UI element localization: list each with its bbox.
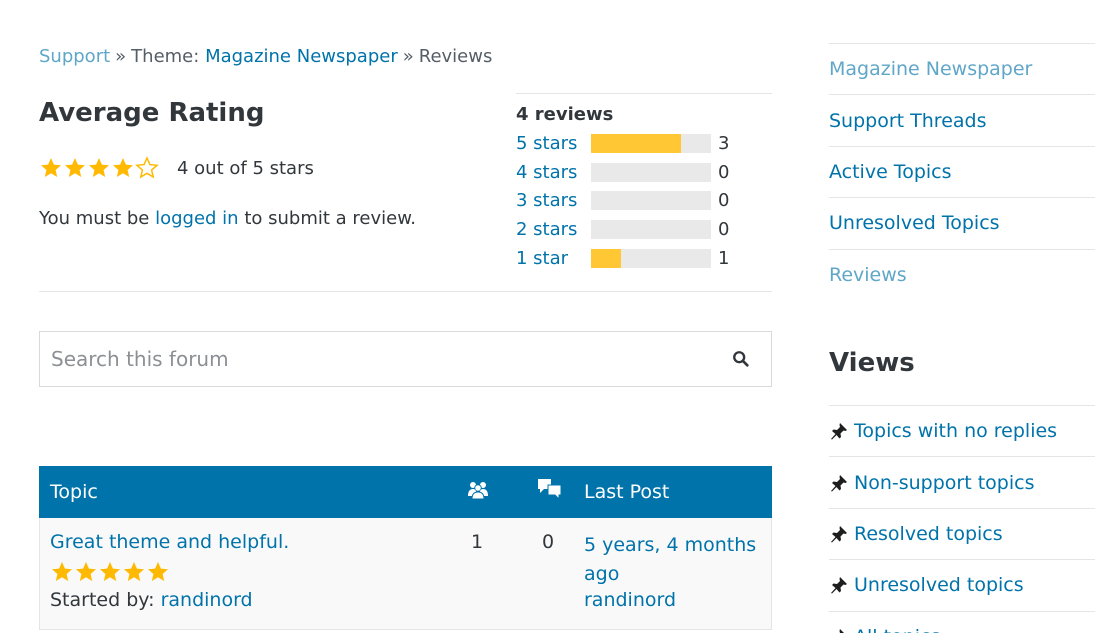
view-link[interactable]: Unresolved topics bbox=[854, 574, 1024, 596]
sidebar-nav-link[interactable]: Magazine Newspaper bbox=[829, 58, 1032, 80]
last-post-column-header: Last Post bbox=[584, 481, 670, 503]
sidebar-nav-item: Reviews bbox=[829, 250, 1095, 301]
search-button[interactable] bbox=[711, 332, 771, 386]
sidebar-nav-link[interactable]: Unresolved Topics bbox=[829, 212, 1000, 234]
star-filled-icon bbox=[76, 562, 96, 581]
last-post-author-link[interactable]: randinord bbox=[584, 589, 676, 611]
topics-header: Topic Last Post bbox=[39, 466, 772, 518]
topic-voice-count: 1 bbox=[471, 531, 484, 553]
view-item: Unresolved topics bbox=[829, 560, 1095, 612]
pin-icon bbox=[829, 524, 849, 544]
review-count-bar bbox=[591, 249, 711, 269]
login-link[interactable]: logged in bbox=[155, 208, 239, 229]
topic-row: Great theme and helpful. Started by: ran… bbox=[39, 518, 772, 630]
average-rating-stars: 4 out of 5 stars bbox=[39, 156, 314, 180]
review-count-bar-fill bbox=[591, 249, 621, 269]
view-link[interactable]: Non-support topics bbox=[854, 472, 1034, 494]
topic-author-link[interactable]: randinord bbox=[161, 589, 253, 611]
star-filled-icon bbox=[89, 158, 109, 177]
topic-star-rating bbox=[50, 560, 170, 584]
review-count-label-link[interactable]: 1 star bbox=[516, 248, 591, 269]
breadcrumb-separator: » bbox=[402, 46, 414, 67]
replies-icon bbox=[537, 478, 563, 507]
topic-title-link[interactable]: Great theme and helpful. bbox=[50, 531, 289, 553]
started-by-label: Started by: bbox=[50, 589, 155, 611]
star-filled-icon bbox=[148, 562, 168, 581]
sidebar-nav-link[interactable]: Reviews bbox=[829, 264, 907, 286]
review-count-label-link[interactable]: 2 stars bbox=[516, 219, 591, 240]
review-count-rows: 5 stars 3 4 stars 0 3 stars 0 2 stars 0 1 star 1 bbox=[516, 129, 772, 273]
review-count-bar bbox=[591, 162, 711, 182]
view-link[interactable]: Topics with no replies bbox=[854, 420, 1057, 442]
login-notice: You must be logged in to submit a review… bbox=[39, 208, 416, 229]
review-count-number: 0 bbox=[718, 190, 730, 212]
breadcrumb-separator: » bbox=[115, 46, 127, 67]
pin-icon bbox=[829, 473, 849, 493]
views-title: Views bbox=[829, 348, 915, 378]
star-filled-icon bbox=[41, 158, 61, 177]
topic-freshness-link[interactable]: 5 years, 4 months ago bbox=[584, 531, 764, 589]
breadcrumb-support-link[interactable]: Support bbox=[39, 46, 110, 67]
view-link[interactable]: Resolved topics bbox=[854, 523, 1003, 545]
average-rating-text: 4 out of 5 stars bbox=[177, 157, 314, 179]
breadcrumb-theme-prefix: Theme: bbox=[131, 46, 200, 67]
sidebar-nav-item: Support Threads bbox=[829, 95, 1095, 147]
review-count-label-link[interactable]: 5 stars bbox=[516, 133, 591, 154]
breadcrumb: Support» Theme: Magazine Newspaper» Review… bbox=[39, 46, 492, 67]
pin-icon bbox=[829, 421, 849, 441]
sidebar-nav-link[interactable]: Active Topics bbox=[829, 161, 952, 183]
login-prefix: You must be bbox=[39, 208, 150, 229]
topic-reply-count: 0 bbox=[542, 531, 555, 553]
review-count-bar bbox=[591, 191, 711, 211]
topic-column-header: Topic bbox=[50, 481, 98, 503]
topic-started-by: Started by: randinord bbox=[50, 589, 253, 611]
review-count-label-link[interactable]: 3 stars bbox=[516, 190, 591, 211]
topics-table: Topic Last Post Great theme and helpful.… bbox=[39, 466, 772, 630]
breadcrumb-theme-link[interactable]: Magazine Newspaper bbox=[205, 46, 398, 67]
review-count-row: 4 stars 0 bbox=[516, 158, 772, 187]
pin-icon bbox=[829, 575, 849, 595]
view-item: Non-support topics bbox=[829, 457, 1095, 509]
review-count-row: 3 stars 0 bbox=[516, 187, 772, 216]
view-link[interactable]: All topics bbox=[854, 626, 940, 633]
review-count-row: 5 stars 3 bbox=[516, 129, 772, 158]
sidebar-nav-item: Unresolved Topics bbox=[829, 198, 1095, 250]
divider bbox=[39, 291, 772, 292]
sidebar-nav-item: Magazine Newspaper bbox=[829, 44, 1095, 96]
pin-icon bbox=[829, 627, 849, 633]
breadcrumb-current: Reviews bbox=[418, 46, 493, 67]
view-item: Resolved topics bbox=[829, 509, 1095, 561]
review-count-row: 2 stars 0 bbox=[516, 215, 772, 244]
review-count-label-link[interactable]: 4 stars bbox=[516, 162, 591, 183]
star-empty-icon bbox=[135, 156, 159, 179]
view-item: Topics with no replies bbox=[829, 406, 1095, 458]
review-count-number: 3 bbox=[718, 132, 730, 154]
login-suffix: to submit a review. bbox=[244, 208, 416, 229]
star-filled-icon bbox=[124, 562, 144, 581]
users-icon bbox=[467, 480, 489, 505]
views-list: Topics with no replies Non-support topics… bbox=[829, 405, 1095, 633]
review-counts: 4 reviews 5 stars 3 4 stars 0 3 stars 0 2 star… bbox=[516, 93, 772, 273]
review-count-number: 0 bbox=[718, 219, 730, 241]
forum-search bbox=[39, 331, 772, 387]
review-count-bar-fill bbox=[591, 133, 681, 153]
star-filled-icon bbox=[113, 158, 133, 177]
star-filled-icon bbox=[65, 158, 85, 177]
review-count-number: 1 bbox=[718, 248, 730, 270]
average-rating-title: Average Rating bbox=[39, 98, 265, 128]
review-count-bar bbox=[591, 133, 711, 153]
star-filled-icon bbox=[52, 562, 72, 581]
search-input[interactable] bbox=[40, 347, 711, 371]
star-rating bbox=[39, 156, 159, 180]
review-count-bar bbox=[591, 220, 711, 240]
view-item: All topics bbox=[829, 612, 1095, 633]
review-count-number: 0 bbox=[718, 161, 730, 183]
review-count-title: 4 reviews bbox=[516, 104, 614, 125]
review-count-row: 1 star 1 bbox=[516, 244, 772, 273]
star-filled-icon bbox=[100, 562, 120, 581]
sidebar-nav-item: Active Topics bbox=[829, 147, 1095, 199]
sidebar-nav-link[interactable]: Support Threads bbox=[829, 110, 986, 132]
sidebar-nav: Magazine Newspaper Support Threads Active … bbox=[829, 43, 1095, 301]
search-icon bbox=[733, 351, 749, 367]
